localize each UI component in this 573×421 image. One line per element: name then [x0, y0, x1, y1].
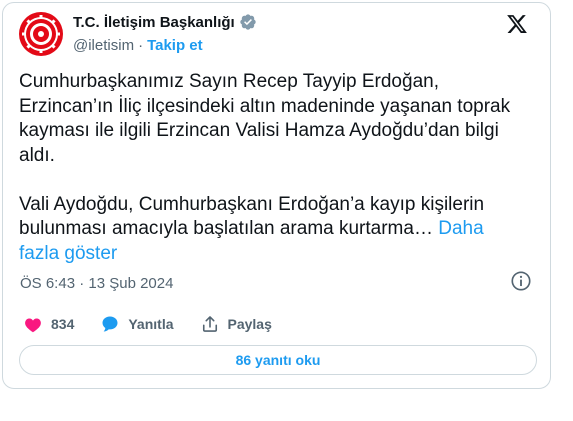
x-logo-icon[interactable]: [506, 13, 528, 35]
like-count: 834: [51, 316, 75, 332]
handle-row: @iletisim · Takip et: [73, 37, 203, 54]
tweet-paragraph-2: Vali Aydoğdu, Cumhurbaşkanı Erdoğan’a ka…: [19, 193, 485, 240]
action-bar: 834 Yanıtla Paylaş: [23, 314, 298, 334]
reply-button[interactable]: Yanıtla: [100, 314, 174, 334]
reply-label: Yanıtla: [128, 316, 174, 332]
info-icon[interactable]: [510, 270, 532, 292]
verified-badge-icon: [240, 14, 256, 30]
share-upload-icon: [202, 316, 217, 332]
read-replies-button[interactable]: 86 yanıtı oku: [19, 345, 537, 375]
like-button[interactable]: 834: [23, 314, 74, 334]
tweet-timestamp[interactable]: ÖS 6:43 · 13 Şub 2024: [20, 275, 173, 292]
avatar[interactable]: [18, 11, 64, 57]
share-label: Paylaş: [227, 316, 272, 332]
account-name[interactable]: T.C. İletişim Başkanlığı: [73, 14, 235, 31]
separator-dot: ·: [138, 37, 144, 54]
heart-icon: [25, 318, 41, 333]
tweet-text: Cumhurbaşkanımız Sayın Recep Tayyip Erdo…: [19, 70, 539, 266]
reply-bubble-icon: [102, 316, 118, 332]
tweet-card: T.C. İletişim Başkanlığı @iletisim · Tak…: [2, 2, 551, 389]
account-name-row[interactable]: T.C. İletişim Başkanlığı: [73, 13, 257, 31]
share-button[interactable]: Paylaş: [200, 314, 272, 334]
follow-button[interactable]: Takip et: [147, 37, 203, 54]
tweet-paragraph-1: Cumhurbaşkanımız Sayın Recep Tayyip Erdo…: [19, 71, 511, 166]
account-handle[interactable]: @iletisim: [73, 37, 134, 54]
emblem-icon: [19, 12, 63, 56]
